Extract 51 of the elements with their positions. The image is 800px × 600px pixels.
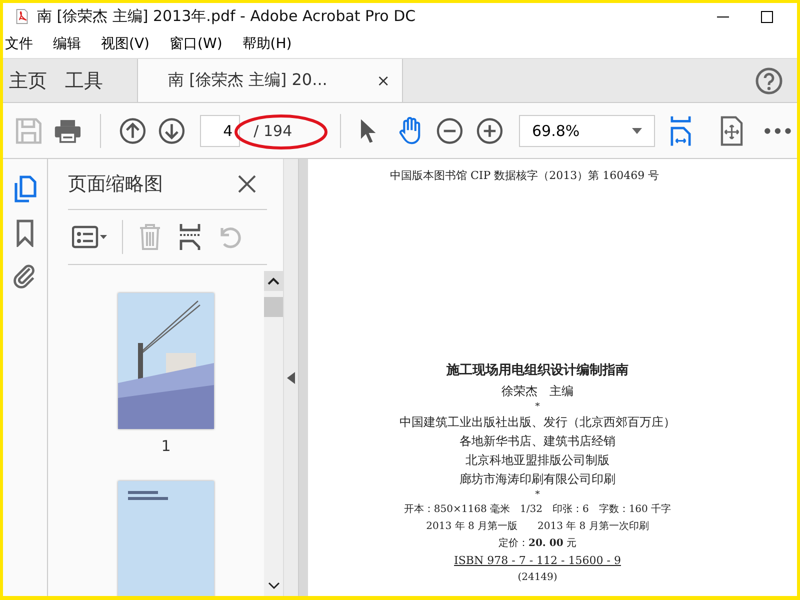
pages-icon[interactable] [13, 175, 37, 203]
menu-item[interactable]: 帮助(H) [242, 35, 292, 53]
tab[interactable]: 工具 [59, 59, 115, 102]
document-tab[interactable]: 南 [徐荣杰 主编] 20... × [137, 59, 403, 102]
document-text: ISBN 978 - 7 - 112 - 15600 - 9 [454, 554, 621, 567]
page-total: / 194 [254, 122, 292, 140]
paperclip-icon[interactable] [13, 263, 37, 291]
zoom-dropdown[interactable]: 69.8% [519, 114, 655, 146]
document-text: 开本：850×1168 毫米 1/32 印张：6 字数：160 千字 [404, 504, 672, 515]
app-icon [15, 8, 29, 25]
previous-page-icon[interactable] [118, 116, 146, 144]
tab[interactable]: 主页 [3, 59, 59, 102]
help-icon[interactable] [755, 66, 783, 94]
document-text: 定价：20. 00 元 [498, 538, 576, 549]
window-title: 南 [徐荣杰 主编] 2013年.pdf - Adobe Acrobat Pro DC [37, 7, 416, 26]
document-text: 各地新华书店、建筑书店经销 [460, 434, 616, 448]
document-text: 北京科地亚盟排版公司制版 [466, 453, 610, 467]
crop-pages-icon[interactable] [177, 223, 203, 251]
scrollbar[interactable] [264, 271, 283, 596]
document-text: 徐荣杰 主编 [502, 384, 574, 398]
maximize-icon[interactable] [761, 10, 773, 22]
menu-item[interactable]: 视图(V) [101, 35, 150, 53]
collapse-panel-icon[interactable] [287, 372, 295, 384]
next-page-icon[interactable] [158, 116, 186, 144]
scroll-down-icon[interactable] [268, 582, 280, 590]
fit-page-icon[interactable] [668, 114, 692, 146]
zoom-in-icon[interactable] [476, 116, 503, 144]
menu-item[interactable]: 编辑 [53, 35, 81, 53]
panel-title: 页面缩略图 [68, 172, 163, 197]
menu-item[interactable]: 窗口(W) [170, 35, 222, 53]
scroll-up-icon[interactable] [264, 271, 283, 291]
caret-icon [632, 128, 642, 134]
document-text: * [535, 402, 540, 412]
options-menu-icon[interactable] [72, 225, 108, 249]
zoom-out-icon[interactable] [436, 116, 464, 144]
document-text: * [535, 490, 540, 500]
document-text: 2013 年 8 月第一版 2013 年 8 月第一次印刷 [426, 521, 649, 532]
scroll-thumb[interactable] [264, 297, 283, 317]
page-move-icon[interactable] [720, 114, 744, 146]
close-tab-button[interactable]: × [376, 71, 390, 90]
document-text: 廊坊市海涛印刷有限公司印刷 [460, 472, 616, 486]
document-text: 中国版本图书馆 CIP 数据核字（2013）第 160469 号 [390, 169, 660, 182]
close-icon[interactable] [237, 174, 257, 194]
page-number-field[interactable]: 4 [200, 114, 240, 146]
document-text: (24149) [518, 572, 558, 583]
document-text: 施工现场用电组织设计编制指南 [446, 363, 628, 378]
tab-title: 南 [徐荣杰 主编] 20... [168, 70, 328, 91]
document-text: 中国建筑工业出版社出版、发行（北京西郊百万庄） [400, 415, 676, 429]
select-cursor-icon[interactable] [359, 118, 377, 144]
page-number-label: 1 [161, 437, 171, 457]
menu-item[interactable]: 文件 [5, 35, 33, 53]
